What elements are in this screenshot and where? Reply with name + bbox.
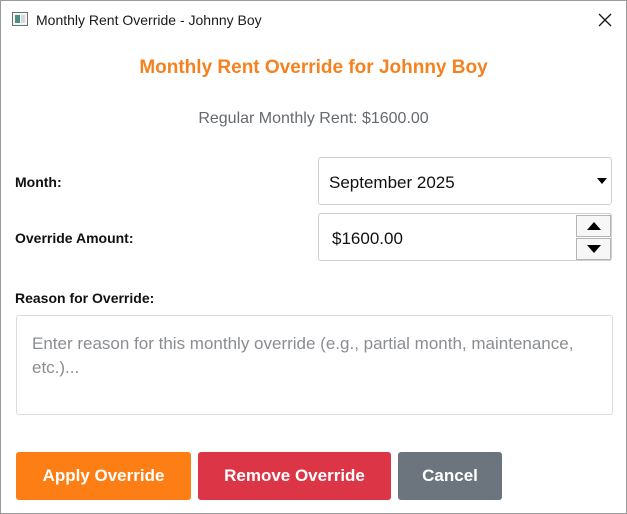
reason-textarea[interactable]	[16, 315, 613, 415]
override-amount-input[interactable]	[332, 229, 562, 249]
month-label: Month:	[15, 174, 62, 190]
month-select[interactable]: September 2025	[318, 157, 612, 205]
title-bar[interactable]: Monthly Rent Override - Johnny Boy	[1, 1, 626, 39]
dropdown-arrow-icon	[597, 178, 607, 184]
month-select-value: September 2025	[329, 173, 455, 192]
arrow-down-icon	[587, 245, 601, 253]
app-window-icon	[12, 12, 28, 26]
window-title: Monthly Rent Override - Johnny Boy	[36, 12, 262, 28]
decrement-button[interactable]	[576, 238, 611, 260]
regular-rent-text: Regular Monthly Rent: $1600.00	[198, 110, 429, 127]
override-amount-spinner	[318, 213, 612, 261]
reason-label: Reason for Override:	[15, 290, 155, 306]
close-icon	[598, 13, 612, 27]
dialog-window: Monthly Rent Override - Johnny Boy Month…	[0, 0, 627, 514]
cancel-button[interactable]: Cancel	[398, 452, 502, 500]
apply-override-button[interactable]: Apply Override	[16, 452, 191, 500]
close-button[interactable]	[594, 9, 616, 31]
remove-override-button[interactable]: Remove Override	[198, 452, 391, 500]
override-amount-label: Override Amount:	[15, 230, 134, 246]
dialog-heading: Monthly Rent Override for Johnny Boy	[139, 57, 488, 78]
arrow-up-icon	[587, 222, 601, 230]
increment-button[interactable]	[576, 215, 611, 237]
